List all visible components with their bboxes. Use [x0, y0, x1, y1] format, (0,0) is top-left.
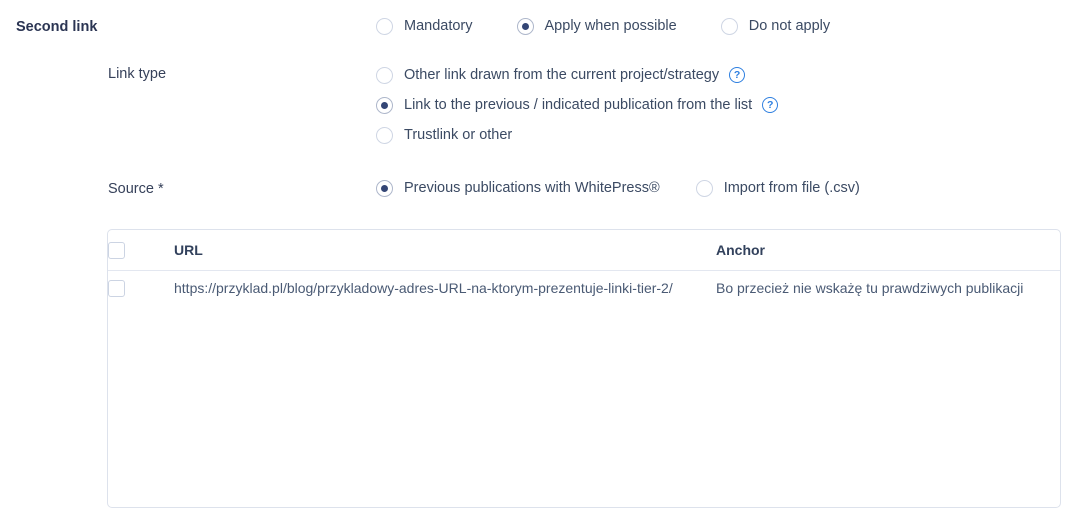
radio-second-link-apply-when-possible[interactable]: Apply when possible: [516, 18, 677, 35]
source-row: Source * Previous publications with Whit…: [0, 176, 1068, 206]
table-head: URL Anchor: [108, 230, 1060, 271]
help-icon[interactable]: ?: [729, 67, 746, 83]
select-all-header-cell: [108, 230, 174, 271]
radio-mark-icon: [376, 126, 393, 144]
link-type-radio-group: Other link drawn from the current projec…: [376, 60, 779, 150]
publications-table: URL Anchor https://przyklad.pl/blog/przy…: [108, 230, 1060, 306]
radio-label: Previous publications with WhitePress®: [404, 180, 660, 197]
radio-label: Other link drawn from the current projec…: [404, 66, 720, 83]
second-link-row: Second link Mandatory Apply when possibl…: [0, 0, 1068, 56]
radio-label: Apply when possible: [544, 18, 677, 35]
radio-link-type-other-link[interactable]: Other link drawn from the current projec…: [376, 60, 719, 90]
radio-second-link-do-not-apply[interactable]: Do not apply: [720, 18, 831, 35]
radio-mark-icon: [720, 18, 738, 35]
second-link-radio-group: Mandatory Apply when possible Do not app…: [376, 18, 830, 35]
row-anchor-cell: Bo przecież nie wskażę tu prawdziwych pu…: [716, 280, 1024, 297]
column-header-anchor-label: Anchor: [716, 241, 765, 258]
radio-link-type-trustlink-or-other[interactable]: Trustlink or other: [376, 120, 512, 150]
source-radio-group: Previous publications with WhitePress® I…: [376, 180, 860, 197]
column-header-anchor: Anchor: [716, 230, 1060, 271]
table-header-row: URL Anchor: [108, 230, 1060, 271]
radio-mark-selected-icon: [516, 18, 534, 35]
radio-label: Do not apply: [748, 18, 831, 35]
radio-mark-icon: [376, 66, 393, 84]
second-link-label: Second link: [16, 19, 98, 35]
link-type-option-trustlink: Trustlink or other: [376, 120, 778, 150]
link-type-label: Link type: [108, 66, 167, 82]
radio-link-type-previous-publication[interactable]: Link to the previous / indicated publica…: [376, 90, 752, 120]
row-checkbox[interactable]: [108, 280, 125, 298]
source-label: Source *: [108, 181, 164, 197]
radio-label: Trustlink or other: [404, 126, 513, 143]
column-header-url-label: URL: [174, 241, 203, 258]
radio-mark-selected-icon: [376, 96, 393, 114]
radio-mark-icon: [376, 18, 393, 35]
link-type-option-other-link: Other link drawn from the current projec…: [376, 60, 778, 90]
link-type-option-previous-publication: Link to the previous / indicated publica…: [376, 90, 779, 120]
radio-source-import-from-file[interactable]: Import from file (.csv): [695, 180, 860, 197]
column-header-url: URL: [174, 230, 716, 271]
radio-second-link-mandatory[interactable]: Mandatory: [376, 18, 473, 35]
table-row[interactable]: https://przyklad.pl/blog/przykladowy-adr…: [108, 270, 1060, 306]
select-all-checkbox[interactable]: [108, 241, 125, 259]
row-url-cell: https://przyklad.pl/blog/przykladowy-adr…: [174, 280, 673, 297]
publications-table-card: URL Anchor https://przyklad.pl/blog/przy…: [107, 229, 1061, 508]
radio-label: Import from file (.csv): [723, 180, 860, 197]
table-body: https://przyklad.pl/blog/przykladowy-adr…: [108, 270, 1060, 306]
radio-source-previous-publications[interactable]: Previous publications with WhitePress®: [376, 180, 660, 197]
row-select-cell: [108, 270, 174, 306]
radio-mark-icon: [695, 180, 713, 197]
radio-label: Mandatory: [404, 18, 473, 35]
radio-mark-selected-icon: [376, 180, 393, 197]
help-icon[interactable]: ?: [762, 97, 779, 113]
radio-label: Link to the previous / indicated publica…: [404, 96, 753, 113]
